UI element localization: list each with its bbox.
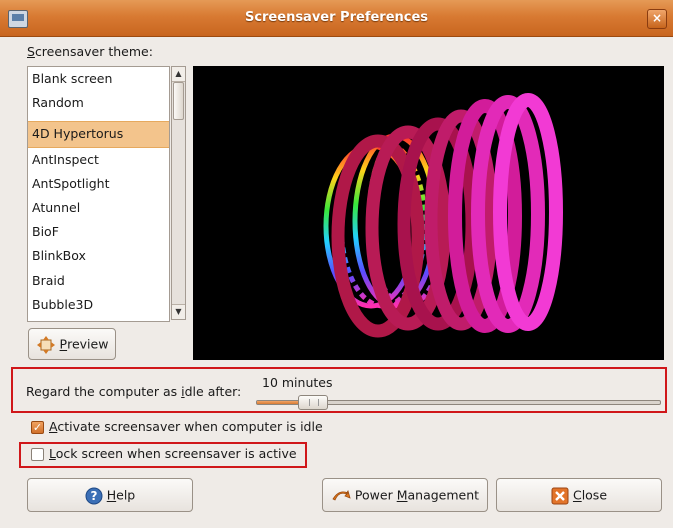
close-button[interactable]: Close (496, 478, 662, 512)
idle-slider-fill (257, 401, 299, 404)
power-icon (332, 489, 351, 501)
help-icon: ? (85, 487, 103, 504)
help-button[interactable]: ? Help (27, 478, 193, 512)
preview-button[interactable]: Preview (28, 328, 116, 360)
list-item-selected[interactable]: 4D Hypertorus (28, 121, 169, 148)
power-management-button[interactable]: Power Management (322, 478, 488, 512)
list-item[interactable]: AntInspect (28, 148, 169, 172)
close-icon[interactable]: × (647, 9, 667, 29)
lock-label[interactable]: Lock screen when screensaver is active (49, 446, 297, 461)
hypertorus-image (323, 93, 563, 338)
lock-checkbox[interactable] (31, 448, 44, 461)
svg-text:?: ? (90, 489, 97, 503)
window-title: Screensaver Preferences (244, 10, 429, 25)
close-x-icon (551, 487, 569, 504)
activate-checkbox[interactable]: ✓ (31, 421, 44, 434)
theme-list[interactable]: Blank screen Random 4D Hypertorus AntIns… (27, 66, 170, 322)
list-item[interactable]: Braid (28, 269, 169, 293)
list-item[interactable]: BlinkBox (28, 244, 169, 268)
list-item[interactable]: Random (28, 91, 169, 115)
activate-label[interactable]: Activate screensaver when computer is id… (49, 419, 323, 434)
idle-label: Regard the computer as idle after: (26, 384, 242, 399)
screensaver-theme-label: Screensaver theme: (27, 44, 153, 59)
list-item[interactable]: Bubble3D (28, 293, 169, 317)
scroll-up-icon[interactable]: ▲ (172, 67, 185, 82)
scroll-thumb[interactable] (173, 82, 184, 120)
preview-icon (36, 335, 55, 354)
list-item[interactable]: BioF (28, 220, 169, 244)
list-item[interactable]: Atunnel (28, 196, 169, 220)
scroll-down-icon[interactable]: ▼ (172, 304, 185, 319)
idle-slider-handle[interactable] (297, 395, 328, 410)
screensaver-preview (193, 66, 664, 360)
theme-list-scrollbar[interactable]: ▲ ▼ (171, 66, 186, 320)
idle-value: 10 minutes (262, 375, 333, 390)
list-item[interactable]: AntSpotlight (28, 172, 169, 196)
list-item[interactable]: Blank screen (28, 67, 169, 91)
